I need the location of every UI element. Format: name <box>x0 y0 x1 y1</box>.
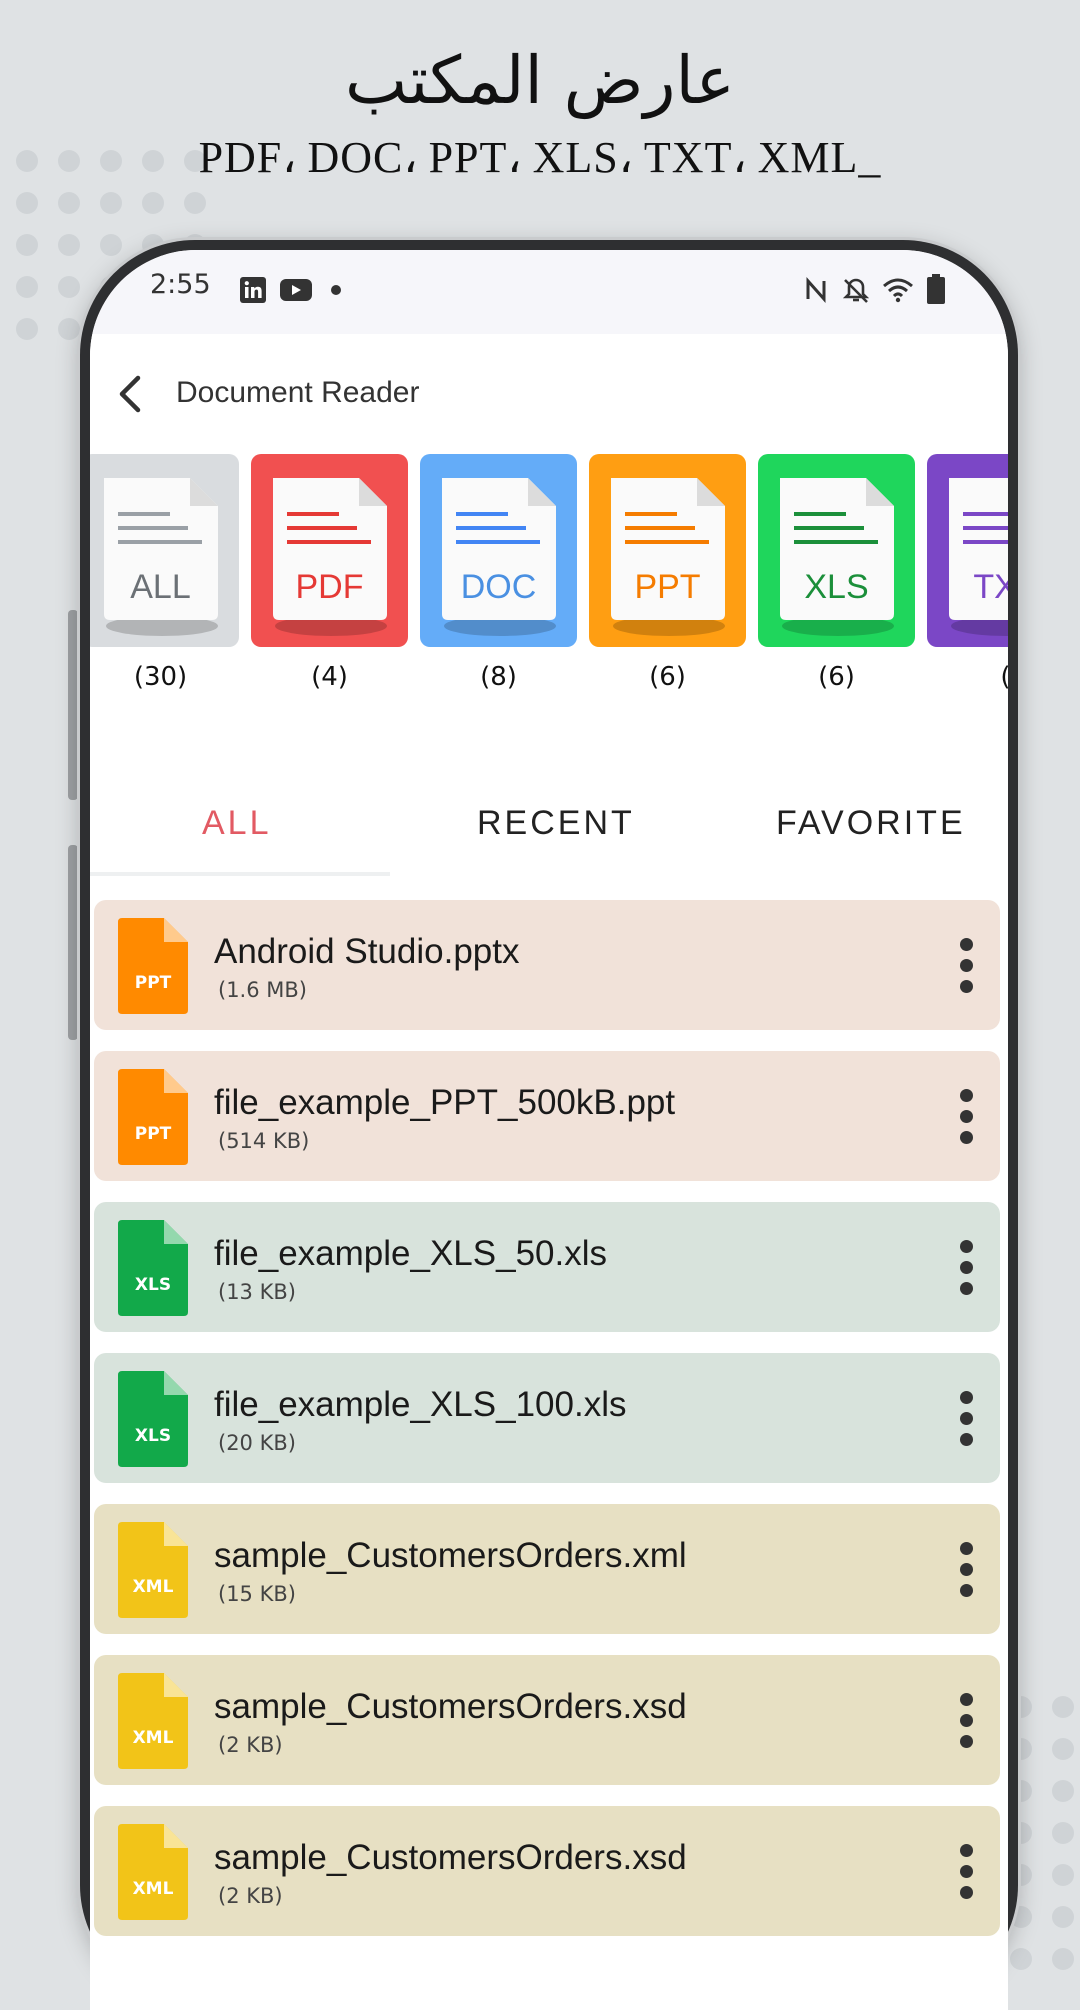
category-count: (8) <box>480 662 517 692</box>
tab-indicator <box>90 872 390 876</box>
status-time: 2:55 <box>150 269 211 300</box>
svg-text:XLS: XLS <box>135 1426 171 1446</box>
tab-recent[interactable]: RECENT <box>477 804 635 843</box>
youtube-icon <box>280 279 312 301</box>
category-count: (4) <box>311 662 348 692</box>
app-bar: Document Reader <box>90 334 1008 454</box>
file-txt-icon <box>949 478 1008 636</box>
tab-all[interactable]: ALL <box>202 804 272 843</box>
file-size: (514 KB) <box>218 1129 310 1153</box>
file-size: (1.6 MB) <box>218 978 307 1002</box>
category-label: DOC <box>460 568 537 606</box>
file-name: file_example_XLS_50.xls <box>214 1234 608 1273</box>
battery-icon <box>927 274 945 304</box>
category-label: XLS <box>804 568 869 606</box>
xls-file-icon: XLS <box>118 1220 188 1316</box>
category-ppt[interactable]: PPT <box>589 454 746 647</box>
file-pdf-icon <box>273 478 387 636</box>
more-vert-icon[interactable] <box>956 1089 976 1147</box>
linkedin-icon <box>240 277 266 303</box>
ppt-file-icon: PPT <box>118 1069 188 1165</box>
category-doc[interactable]: DOC <box>420 454 577 647</box>
file-row[interactable]: XML sample_CustomersOrders.xml (15 KB) <box>94 1504 1000 1634</box>
file-doc-icon <box>442 478 556 636</box>
file-size: (13 KB) <box>218 1280 296 1304</box>
more-vert-icon[interactable] <box>956 1844 976 1902</box>
more-vert-icon[interactable] <box>956 1693 976 1751</box>
nfc-icon <box>806 277 826 303</box>
file-size: (2 KB) <box>218 1884 283 1908</box>
category-all[interactable]: ALL <box>90 454 239 647</box>
file-row[interactable]: PPT file_example_PPT_500kB.ppt (514 KB) <box>94 1051 1000 1181</box>
file-xls-icon <box>780 478 894 636</box>
promo-title: عارض المكتب <box>345 42 735 119</box>
category-count: (30) <box>133 662 188 692</box>
file-size: (15 KB) <box>218 1582 296 1606</box>
svg-text:XML: XML <box>133 1728 174 1748</box>
more-vert-icon[interactable] <box>956 1542 976 1600</box>
more-vert-icon[interactable] <box>956 1391 976 1449</box>
xls-file-icon: XLS <box>118 1371 188 1467</box>
file-ppt-icon <box>611 478 725 636</box>
phone-screen: 2:55 Document Reader ALL (30) PDF (4) DO… <box>90 250 1008 2010</box>
status-bar: 2:55 <box>90 250 1008 334</box>
category-pdf[interactable]: PDF <box>251 454 408 647</box>
decorative-dots-bottom-right <box>1010 1696 1080 1970</box>
xml-file-icon: XML <box>118 1824 188 1920</box>
svg-text:PPT: PPT <box>135 973 172 993</box>
file-row[interactable]: XLS file_example_XLS_100.xls (20 KB) <box>94 1353 1000 1483</box>
phone-volume-button <box>68 610 78 800</box>
category-txt[interactable]: TXT <box>927 454 1008 647</box>
file-row[interactable]: XML sample_CustomersOrders.xsd (2 KB) <box>94 1655 1000 1785</box>
tab-favorite[interactable]: FAVORITE <box>776 804 966 843</box>
file-name: sample_CustomersOrders.xml <box>214 1536 687 1575</box>
category-label: PPT <box>634 568 701 606</box>
svg-text:XML: XML <box>133 1577 174 1597</box>
svg-text:PPT: PPT <box>135 1124 172 1144</box>
bell-off-icon <box>842 278 870 303</box>
category-label: TXT <box>973 568 1008 606</box>
category-count: (6) <box>649 662 686 692</box>
svg-text:XLS: XLS <box>135 1275 171 1295</box>
phone-power-button <box>68 845 78 1040</box>
chevron-left-icon[interactable] <box>108 368 156 420</box>
promo-subtitle: PDF، DOC، PPT، XLS، TXT، XML_ <box>198 133 882 182</box>
file-row[interactable]: XML sample_CustomersOrders.xsd (2 KB) <box>94 1806 1000 1936</box>
file-name: sample_CustomersOrders.xsd <box>214 1687 687 1726</box>
xml-file-icon: XML <box>118 1673 188 1769</box>
file-row[interactable]: XLS file_example_XLS_50.xls (13 KB) <box>94 1202 1000 1332</box>
file-name: file_example_XLS_100.xls <box>214 1385 627 1424</box>
category-count: ( <box>927 662 1008 692</box>
app-title: Document Reader <box>176 376 420 409</box>
file-name: file_example_PPT_500kB.ppt <box>214 1083 676 1122</box>
file-name: Android Studio.pptx <box>214 932 520 971</box>
file-name: sample_CustomersOrders.xsd <box>214 1838 687 1877</box>
xml-file-icon: XML <box>118 1522 188 1618</box>
svg-text:XML: XML <box>133 1879 174 1899</box>
more-vert-icon[interactable] <box>956 1240 976 1298</box>
category-count: (6) <box>818 662 855 692</box>
file-size: (2 KB) <box>218 1733 283 1757</box>
tab-bar: ALL RECENT FAVORITE <box>90 750 1008 880</box>
file-row[interactable]: PPT Android Studio.pptx (1.6 MB) <box>94 900 1000 1030</box>
category-strip[interactable]: ALL (30) PDF (4) DOC (8) PPT (6) XLS (6) TXT ( <box>90 454 1008 734</box>
category-label: PDF <box>295 568 364 606</box>
file-size: (20 KB) <box>218 1431 296 1455</box>
ppt-file-icon: PPT <box>118 918 188 1014</box>
category-xls[interactable]: XLS <box>758 454 915 647</box>
more-vert-icon[interactable] <box>956 938 976 996</box>
dot-icon <box>331 285 341 295</box>
phone-frame: 2:55 Document Reader ALL (30) PDF (4) DO… <box>80 240 1018 2010</box>
file-all-icon <box>104 478 218 636</box>
category-label: ALL <box>130 568 191 606</box>
wifi-icon <box>883 278 913 303</box>
